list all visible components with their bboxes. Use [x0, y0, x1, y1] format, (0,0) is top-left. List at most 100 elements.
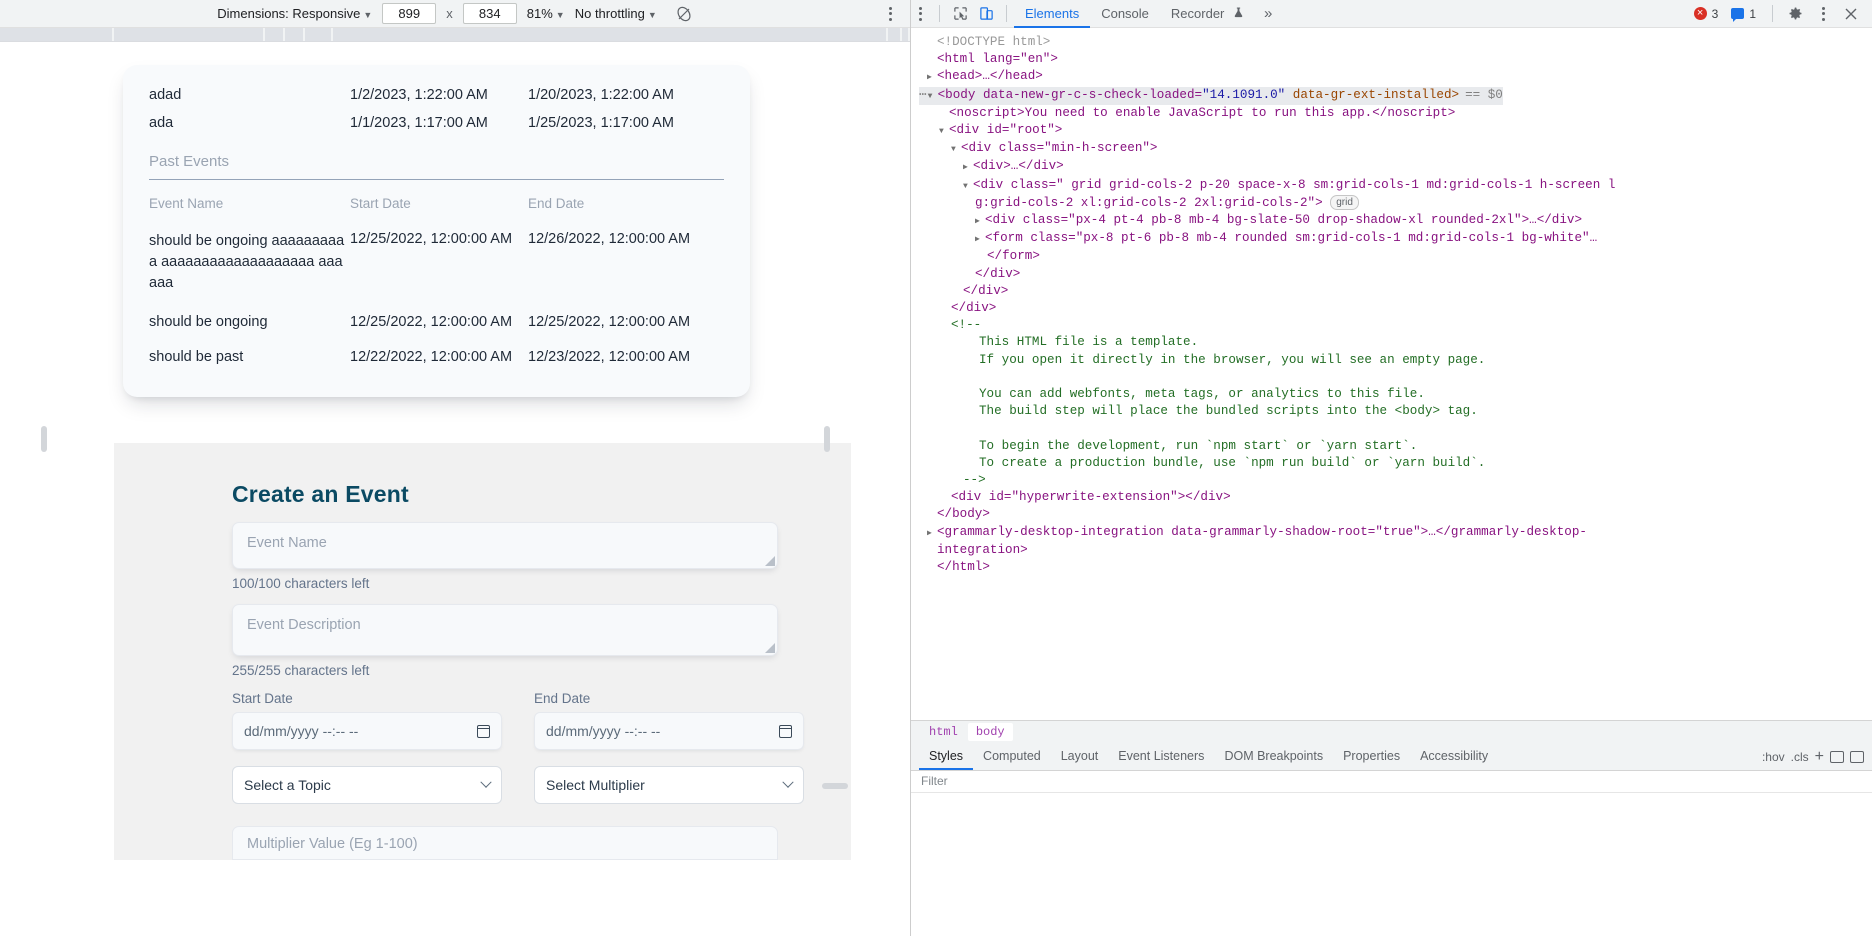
devtools-tabs: Elements Console Recorder »	[1014, 0, 1281, 28]
dom-tree[interactable]: <!DOCTYPE html> <html lang="en"> <head>……	[911, 28, 1872, 720]
rotate-device-icon[interactable]	[675, 5, 693, 23]
devtools-left-kebab-icon[interactable]	[919, 6, 922, 21]
overflow-dots-icon[interactable]: ⋯	[919, 88, 928, 102]
resize-handle-icon[interactable]	[765, 556, 775, 566]
toggle-class-button[interactable]: .cls	[1791, 750, 1809, 764]
new-style-rule-button[interactable]: +	[1815, 748, 1824, 765]
collapse-arrow-icon[interactable]	[951, 140, 961, 158]
dom-line: This HTML file is a template.	[919, 334, 1872, 351]
element-state-icon[interactable]	[1830, 750, 1844, 763]
event-name-counter: 100/100 characters left	[232, 576, 370, 591]
viewport-width-input[interactable]	[382, 3, 437, 24]
message-count-badge[interactable]: 1	[1727, 6, 1763, 22]
chevron-down-icon	[480, 776, 492, 788]
multiplier-select-value: Select Multiplier	[546, 777, 645, 793]
tab-accessibility[interactable]: Accessibility	[1410, 743, 1498, 770]
create-event-form: Create an Event Event Name 100/100 chara…	[114, 443, 851, 860]
expand-arrow-icon[interactable]	[927, 68, 937, 86]
grammarly-node-line1: <grammarly-desktop-integration data-gram…	[937, 524, 1587, 539]
viewport-ruler	[0, 28, 910, 42]
collapse-arrow-icon[interactable]	[939, 122, 949, 140]
close-devtools-button[interactable]	[1838, 3, 1864, 25]
tab-styles[interactable]: Styles	[919, 743, 973, 770]
calendar-icon[interactable]	[778, 724, 793, 738]
event-name-input[interactable]: Event Name	[232, 522, 778, 569]
tab-computed[interactable]: Computed	[973, 743, 1051, 770]
dom-line[interactable]: <head>…</head>	[919, 68, 1872, 86]
error-count-badge[interactable]: × 3	[1690, 6, 1726, 22]
expand-arrow-icon[interactable]	[963, 158, 973, 176]
toggle-device-toolbar-button[interactable]	[973, 3, 999, 25]
tab-properties[interactable]: Properties	[1333, 743, 1410, 770]
dom-line[interactable]: <div class="min-h-screen">	[919, 140, 1872, 158]
dom-line: </html>	[919, 559, 1872, 576]
tab-recorder[interactable]: Recorder	[1160, 0, 1255, 28]
events-card: adad 1/2/2023, 1:22:00 AM 1/20/2023, 1:2…	[123, 65, 750, 398]
styles-filter-placeholder: Filter	[921, 774, 948, 789]
viewport-resize-handle-right[interactable]	[824, 426, 830, 452]
calendar-icon[interactable]	[476, 724, 491, 738]
dom-line: g:grid-cols-2 xl:grid-cols-2 2xl:grid-co…	[919, 194, 1872, 212]
dom-line	[919, 369, 1872, 386]
dom-line[interactable]: <div>…</div>	[919, 158, 1872, 176]
devtools-pane: Elements Console Recorder » × 3 1 <!DOCT…	[910, 0, 1872, 936]
dom-line-selected[interactable]: ⋯ <body data-new-gr-c-s-check-loaded="14.…	[919, 86, 1503, 105]
devtools-toolbar-right: × 3 1	[1690, 3, 1864, 25]
expand-arrow-icon[interactable]	[975, 230, 985, 248]
start-date-label: Start Date	[232, 691, 293, 706]
expand-arrow-icon[interactable]	[927, 524, 937, 542]
inspect-element-button[interactable]	[947, 3, 973, 25]
dom-line[interactable]: <grammarly-desktop-integration data-gram…	[919, 524, 1872, 542]
computed-sidebar-icon[interactable]	[1850, 750, 1864, 763]
breadcrumb-item-html[interactable]: html	[921, 723, 966, 741]
resize-handle-icon[interactable]	[765, 643, 775, 653]
create-event-form-inner: Create an Event Event Name 100/100 chara…	[114, 481, 851, 860]
collapse-arrow-icon[interactable]	[928, 87, 938, 105]
body-ext-attr: data-gr-ext-installed>	[1285, 87, 1460, 102]
viewport-resize-handle-left[interactable]	[41, 426, 47, 452]
dom-line[interactable]: <div class="px-4 pt-4 pb-8 mb-4 bg-slate…	[919, 212, 1872, 230]
viewport-resize-handle-bottom[interactable]	[822, 783, 848, 789]
start-date-input[interactable]: dd/mm/yyyy --:-- --	[232, 712, 502, 750]
tab-recorder-label: Recorder	[1170, 5, 1225, 21]
dom-line[interactable]: <form class="px-8 pt-6 pb-8 mb-4 rounded…	[919, 230, 1872, 248]
device-toolbar-icon	[979, 7, 993, 20]
dom-line[interactable]: <div id="root">	[919, 122, 1872, 140]
expand-arrow-icon[interactable]	[975, 212, 985, 230]
multiplier-select[interactable]: Select Multiplier	[534, 766, 804, 804]
breadcrumb-item-body[interactable]: body	[967, 723, 1013, 742]
end-date-group: End Date dd/mm/yyyy --:-- -- Select Mult…	[534, 691, 804, 804]
more-tabs-button[interactable]: »	[1255, 5, 1281, 22]
settings-button[interactable]	[1782, 3, 1808, 25]
start-date-placeholder: dd/mm/yyyy --:-- --	[244, 723, 359, 739]
message-count: 1	[1749, 6, 1756, 21]
styles-filter-bar[interactable]: Filter	[911, 770, 1872, 793]
end-date-input[interactable]: dd/mm/yyyy --:-- --	[534, 712, 804, 750]
event-start-date: 12/22/2022, 12:00:00 AM	[350, 349, 513, 366]
dom-line[interactable]: <div class=" grid grid-cols-2 p-20 space…	[919, 177, 1872, 195]
multiplier-value-input[interactable]: Multiplier Value (Eg 1-100)	[232, 826, 778, 860]
viewport-height-input[interactable]	[462, 3, 517, 24]
event-description-input[interactable]: Event Description	[232, 604, 778, 656]
tab-event-listeners[interactable]: Event Listeners	[1108, 743, 1214, 770]
topic-select[interactable]: Select a Topic	[232, 766, 502, 804]
grid-badge[interactable]: grid	[1330, 194, 1359, 210]
emulation-more-options-button[interactable]	[889, 6, 892, 21]
dom-line: </body>	[919, 506, 1872, 523]
dimensions-dropdown[interactable]: Dimensions: Responsive ▼	[217, 6, 372, 21]
tab-layout[interactable]: Layout	[1051, 743, 1109, 770]
tab-console[interactable]: Console	[1090, 0, 1160, 28]
tab-elements[interactable]: Elements	[1014, 0, 1090, 28]
styles-tab-bar-actions: :hov .cls +	[1762, 748, 1872, 765]
dom-line: To begin the development, run `npm start…	[919, 438, 1872, 455]
breadcrumb: html body	[911, 719, 1872, 744]
table-row: should be ongoing aaaaaaaaaa aaaaaaaaaaa…	[137, 225, 736, 300]
toggle-hover-state-button[interactable]: :hov	[1762, 750, 1785, 764]
zoom-dropdown[interactable]: 81% ▼	[527, 6, 565, 21]
tab-dom-breakpoints[interactable]: DOM Breakpoints	[1214, 743, 1333, 770]
throttling-dropdown[interactable]: No throttling ▼	[575, 6, 657, 21]
devtools-more-tools-button[interactable]	[1810, 3, 1836, 25]
collapse-arrow-icon[interactable]	[963, 177, 973, 195]
event-end-date: 1/20/2023, 1:22:00 AM	[528, 87, 674, 103]
selected-node-marker: == $0	[1465, 87, 1503, 102]
